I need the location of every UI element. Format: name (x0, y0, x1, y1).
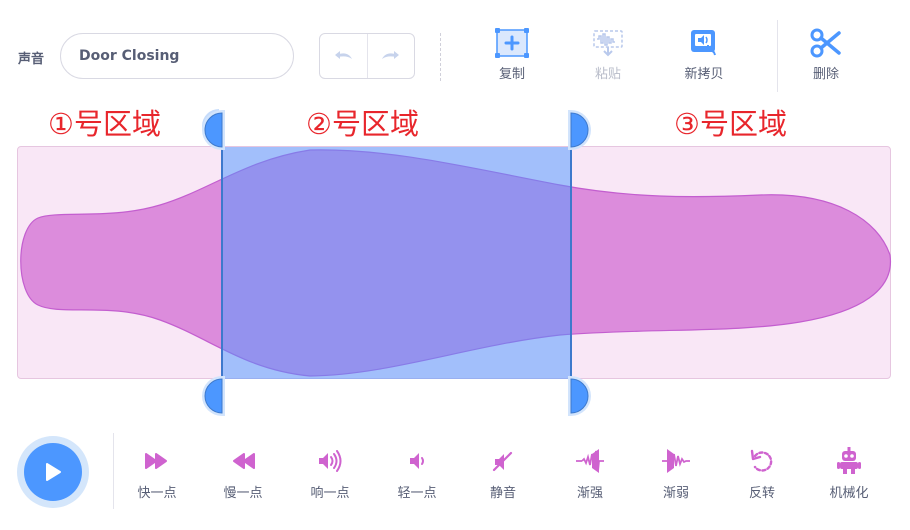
effect-fade-out-label: 渐弱 (662, 486, 689, 501)
rewind-icon (233, 453, 255, 469)
fade-out-icon (662, 449, 690, 473)
effect-faster[interactable]: 快一点 (122, 446, 192, 501)
effect-slower-label: 慢一点 (223, 486, 263, 501)
effect-faster-label: 快一点 (137, 486, 177, 501)
effect-softer-label: 轻一点 (397, 486, 437, 501)
play-icon (46, 463, 61, 481)
effect-fade-in-label: 渐强 (576, 486, 603, 501)
effect-slower[interactable]: 慢一点 (208, 446, 278, 501)
selection-overlay[interactable] (222, 147, 571, 379)
fade-in-icon (576, 449, 604, 473)
effect-reverse-label: 反转 (748, 486, 775, 501)
effect-mute-label: 静音 (489, 486, 516, 501)
effect-fade-out[interactable]: 渐弱 (641, 446, 711, 501)
effects-divider (113, 433, 114, 509)
effect-fade-in[interactable]: 渐强 (555, 446, 625, 501)
fast-forward-icon (145, 453, 167, 469)
effect-louder-label: 响一点 (310, 486, 350, 501)
volume-down-icon (410, 453, 424, 469)
robot-icon (837, 447, 861, 474)
effect-louder[interactable]: 响一点 (295, 446, 365, 501)
effect-robot-label: 机械化 (829, 486, 869, 501)
effect-softer[interactable]: 轻一点 (382, 446, 452, 501)
effect-reverse[interactable]: 反转 (727, 446, 797, 501)
play-button[interactable] (24, 443, 82, 501)
mute-icon (492, 451, 513, 472)
effect-robot[interactable]: 机械化 (814, 446, 884, 501)
effect-mute[interactable]: 静音 (468, 446, 538, 501)
reverse-icon (750, 449, 773, 472)
volume-up-icon (319, 450, 342, 472)
